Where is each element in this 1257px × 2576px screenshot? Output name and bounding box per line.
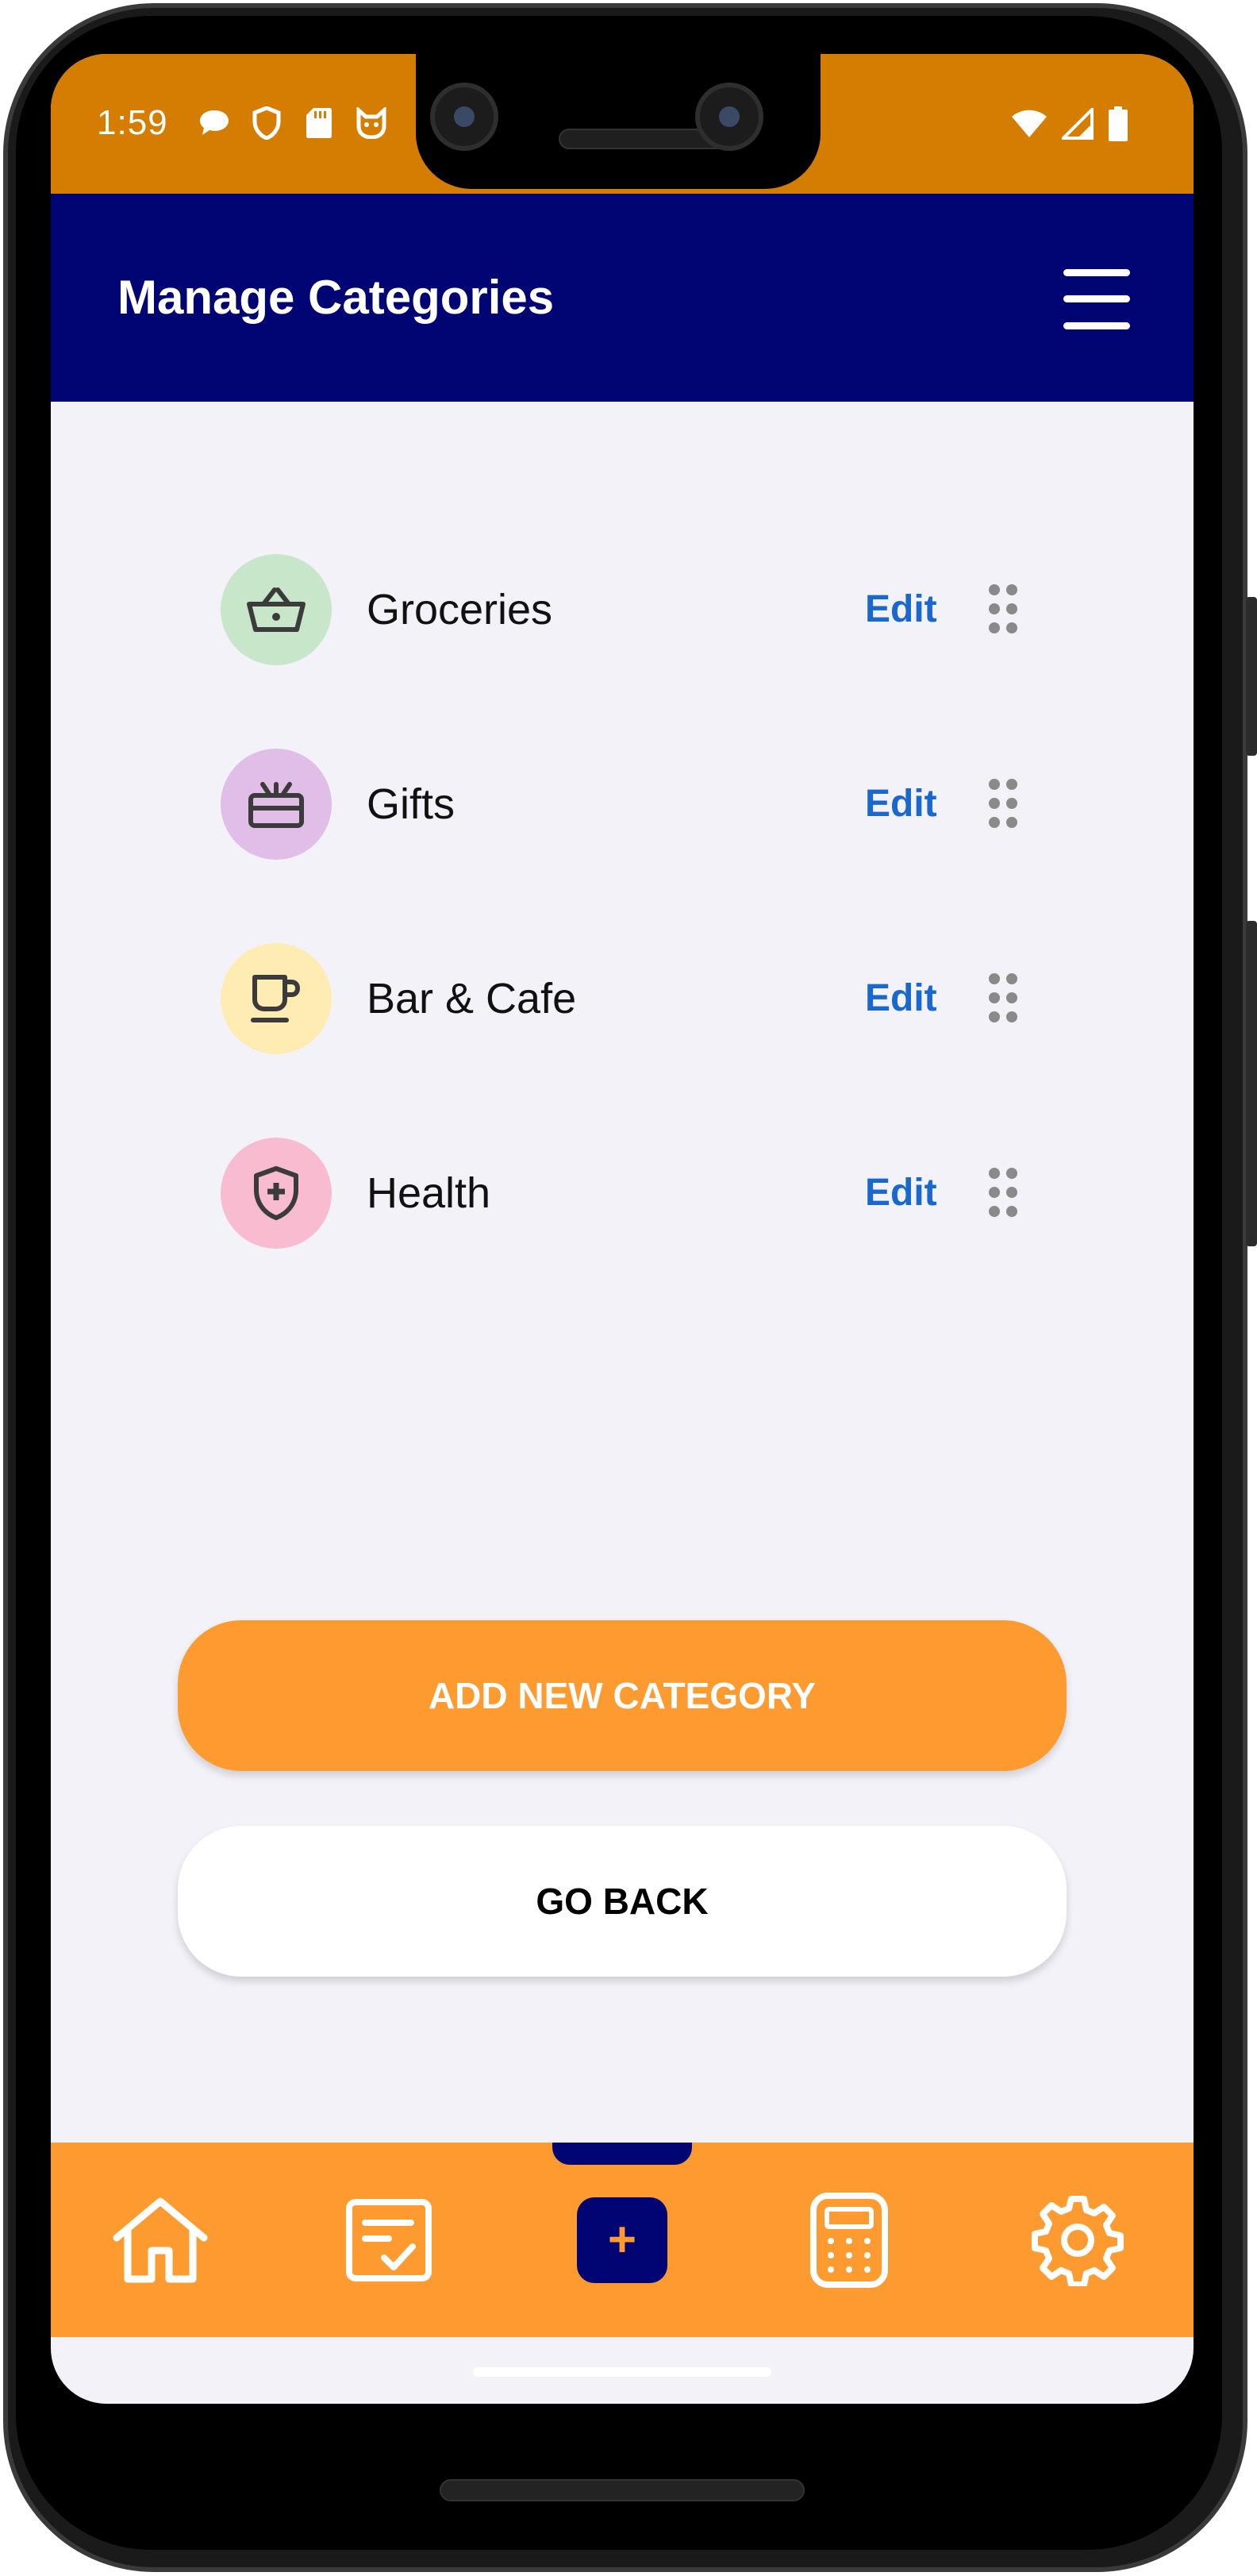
volume-button: [1246, 921, 1257, 1246]
front-camera-right: [695, 83, 763, 151]
bottom-speaker: [440, 2479, 805, 2501]
edit-button[interactable]: Edit: [865, 943, 937, 1054]
coffee-cup-icon: [221, 943, 332, 1054]
category-label: Bar & Cafe: [367, 975, 577, 1022]
status-bar: 1:59: [51, 54, 1194, 194]
hamburger-menu-icon[interactable]: [1063, 269, 1130, 329]
drag-handle-icon[interactable]: [987, 779, 1019, 830]
app-header: Manage Categories: [51, 194, 1194, 402]
add-new-category-button[interactable]: ADD NEW CATEGORY: [178, 1620, 1067, 1771]
category-label: Health: [367, 1169, 491, 1217]
category-row-bar-cafe: Bar & Cafe Edit: [221, 943, 1046, 1054]
edit-button[interactable]: Edit: [865, 749, 937, 860]
basket-icon: [221, 554, 332, 665]
camera-notch: [416, 54, 821, 189]
wifi-icon: [1011, 109, 1048, 143]
edit-button[interactable]: Edit: [865, 1138, 937, 1249]
drag-handle-icon[interactable]: [987, 1168, 1019, 1219]
calculator-icon[interactable]: [770, 2143, 928, 2337]
category-row-groceries: Groceries Edit: [221, 554, 1046, 665]
edit-button[interactable]: Edit: [865, 554, 937, 665]
power-button: [1246, 597, 1257, 756]
phone-device: 1:59 Manage Categories Groceries Edit Gi…: [0, 0, 1257, 2576]
sd-card-icon: [302, 106, 336, 140]
drag-handle-icon[interactable]: [987, 584, 1019, 635]
add-icon[interactable]: +: [543, 2143, 702, 2337]
gift-icon: [221, 749, 332, 860]
status-time: 1:59: [97, 103, 168, 142]
cat-face-icon: [355, 106, 388, 140]
front-camera-left: [430, 83, 498, 151]
signal-icon: [1059, 106, 1094, 144]
category-row-health: Health Edit: [221, 1138, 1046, 1249]
chat-bubble-icon: [198, 106, 231, 140]
status-left-icons: [198, 106, 388, 140]
category-row-gifts: Gifts Edit: [221, 749, 1046, 860]
home-icon[interactable]: [81, 2143, 240, 2337]
go-back-button[interactable]: GO BACK: [178, 1826, 1067, 1977]
home-indicator[interactable]: [473, 2367, 771, 2377]
app-screen: 1:59 Manage Categories Groceries Edit Gi…: [51, 54, 1194, 2404]
health-shield-icon: [221, 1138, 332, 1249]
category-label: Groceries: [367, 586, 553, 633]
checklist-icon[interactable]: [309, 2143, 468, 2337]
page-title: Manage Categories: [117, 271, 555, 324]
shield-icon: [250, 106, 283, 140]
settings-gear-icon[interactable]: [998, 2143, 1157, 2337]
category-label: Gifts: [367, 780, 456, 828]
battery-icon: [1108, 106, 1128, 145]
status-right-icons: [1011, 106, 1128, 145]
drag-handle-icon[interactable]: [987, 973, 1019, 1024]
